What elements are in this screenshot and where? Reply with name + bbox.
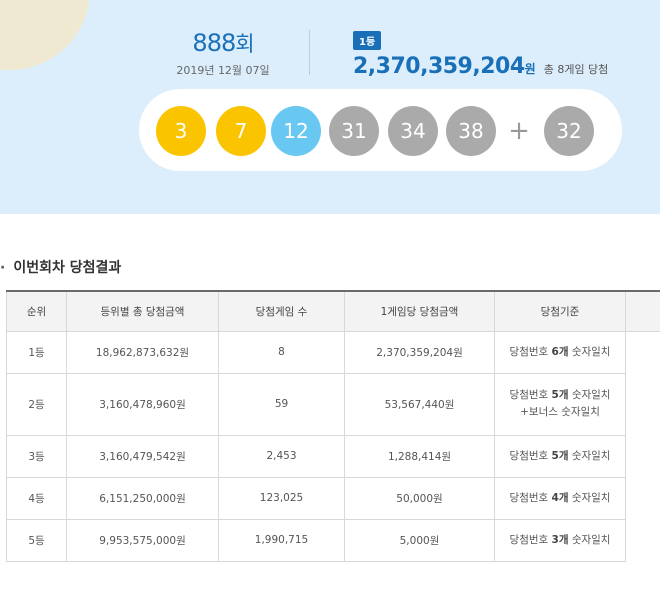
per-game-cell: 53,567,440원: [344, 372, 495, 436]
lotto-ball: 34: [388, 106, 438, 156]
total-cell: 18,962,873,632원: [66, 330, 219, 374]
table-row: 1등 18,962,873,632원 8 2,370,359,204원 당첨번호…: [6, 330, 660, 374]
criteria-cell: 당첨번호 6개 숫자일치: [494, 330, 626, 374]
rank-cell: 2등: [6, 372, 67, 436]
table-row: 4등 6,151,250,000원 123,025 50,000원 당첨번호 4…: [6, 476, 660, 520]
rank-badge: 1등: [353, 31, 382, 50]
header-rank: 순위: [6, 290, 67, 332]
results-table: 순위 등위별 총 당첨금액 당첨게임 수 1게임당 당첨금액 당첨기준 1등 1…: [6, 290, 660, 562]
games-cell: 2,453: [218, 434, 345, 478]
header-games: 당첨게임 수: [218, 290, 345, 332]
first-prize-amount: 2,370,359,204: [353, 54, 525, 79]
total-cell: 3,160,478,960원: [66, 372, 219, 436]
total-cell: 6,151,250,000원: [66, 476, 219, 520]
criteria-cell: 당첨번호 3개 숫자일치: [494, 518, 626, 562]
criteria-cell: 당첨번호 5개 숫자일치: [494, 434, 626, 478]
first-prize-unit: 원: [524, 62, 536, 76]
header-per-game: 1게임당 당첨금액: [344, 290, 495, 332]
games-cell: 59: [218, 372, 345, 436]
decorative-circle: [0, 0, 90, 70]
header-spacer: [625, 290, 660, 332]
games-cell: 1,990,715: [218, 518, 345, 562]
table-row: 3등 3,160,479,542원 2,453 1,288,414원 당첨번호 …: [6, 434, 660, 478]
bullet-icon: ·: [0, 260, 6, 276]
header-criteria: 당첨기준: [494, 290, 626, 332]
winning-numbers: 3 7 12 31 34 38 + 32: [139, 89, 622, 171]
lotto-ball: 7: [216, 106, 266, 156]
table-row: 5등 9,953,575,000원 1,990,715 5,000원 당첨번호 …: [6, 518, 660, 562]
divider: [309, 30, 310, 75]
header-total: 등위별 총 당첨금액: [66, 290, 219, 332]
per-game-cell: 1,288,414원: [344, 434, 495, 478]
lotto-ball: 3: [156, 106, 206, 156]
games-cell: 123,025: [218, 476, 345, 520]
lotto-ball: 12: [271, 106, 321, 156]
section-title: · 이번회차 당첨결과: [0, 260, 122, 276]
table-header-row: 순위 등위별 총 당첨금액 당첨게임 수 1게임당 당첨금액 당첨기준: [6, 290, 660, 332]
games-cell: 8: [218, 330, 345, 374]
round-number: 888회: [192, 29, 254, 57]
bonus-ball: 32: [544, 106, 594, 156]
lotto-ball: 38: [446, 106, 496, 156]
total-cell: 9,953,575,000원: [66, 518, 219, 562]
plus-icon: +: [508, 116, 530, 146]
first-prize-games: 총 8게임 당첨: [543, 63, 609, 76]
criteria-cell: 당첨번호 5개 숫자일치 +보너스 숫자일치: [494, 372, 626, 436]
rank-cell: 4등: [6, 476, 67, 520]
rank-cell: 5등: [6, 518, 67, 562]
first-prize-info: 1등 2,370,359,204원 총 8게임 당첨: [353, 30, 608, 79]
table-row: 2등 3,160,478,960원 59 53,567,440원 당첨번호 5개…: [6, 372, 660, 436]
rank-cell: 3등: [6, 434, 67, 478]
lotto-ball: 31: [329, 106, 379, 156]
draw-result-banner: 888회 2019년 12월 07일 1등 2,370,359,204원 총 8게…: [0, 0, 660, 214]
per-game-cell: 2,370,359,204원: [344, 330, 495, 374]
round-date: 2019년 12월 07일: [176, 64, 270, 77]
rank-cell: 1등: [6, 330, 67, 374]
criteria-cell: 당첨번호 4개 숫자일치: [494, 476, 626, 520]
total-cell: 3,160,479,542원: [66, 434, 219, 478]
per-game-cell: 5,000원: [344, 518, 495, 562]
per-game-cell: 50,000원: [344, 476, 495, 520]
round-info: 888회 2019년 12월 07일: [168, 28, 278, 78]
